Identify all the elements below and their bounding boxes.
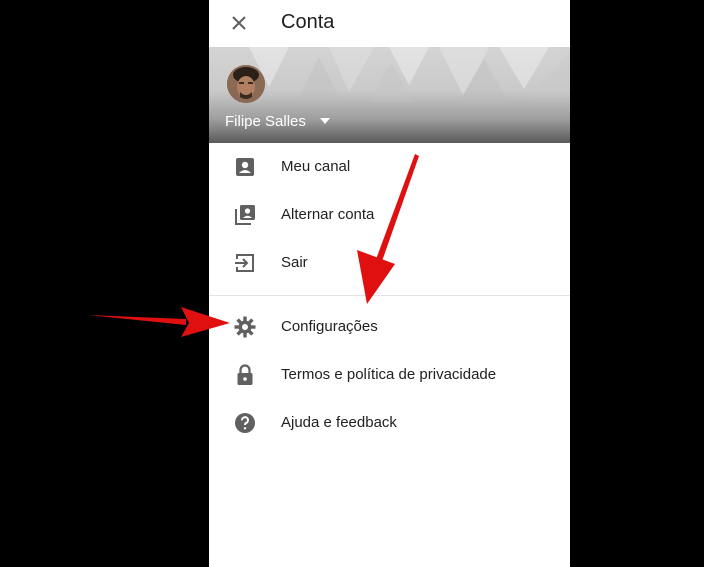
account-banner: Filipe Salles <box>209 47 570 143</box>
gear-icon <box>234 316 256 338</box>
menu-item-label: Alternar conta <box>281 206 375 223</box>
account-switcher[interactable]: Filipe Salles <box>225 109 330 133</box>
menu-item-label: Meu canal <box>281 158 351 175</box>
account-name: Filipe Salles <box>225 112 306 130</box>
close-button[interactable] <box>225 9 253 37</box>
menu-item-ajuda[interactable]: Ajuda e feedback <box>209 399 570 447</box>
top-app-bar: Conta <box>209 0 570 47</box>
menu-item-configuracoes[interactable]: Configurações <box>209 303 570 351</box>
account-panel: Conta Filipe Salles Meu canal Alternar c… <box>209 0 570 567</box>
help-icon <box>235 413 255 433</box>
avatar-photo <box>227 65 265 103</box>
close-icon <box>232 16 246 30</box>
sign-out-icon <box>235 254 254 272</box>
menu-item-termos[interactable]: Termos e política de privacidade <box>209 351 570 399</box>
menu-item-label: Sair <box>281 254 308 271</box>
menu-divider <box>209 295 570 296</box>
menu-item-label: Configurações <box>281 318 378 335</box>
menu-item-alternar-conta[interactable]: Alternar conta <box>209 191 570 239</box>
chevron-down-icon <box>319 118 330 124</box>
menu-item-label: Termos e política de privacidade <box>281 366 497 383</box>
account-box-icon <box>236 158 254 176</box>
page-title: Conta <box>281 11 335 33</box>
menu-item-label: Ajuda e feedback <box>281 414 397 431</box>
menu-item-sair[interactable]: Sair <box>209 239 570 287</box>
avatar[interactable] <box>227 65 265 103</box>
menu-item-meu-canal[interactable]: Meu canal <box>209 143 570 191</box>
lock-icon <box>237 364 253 385</box>
switch-account-icon <box>235 205 255 225</box>
